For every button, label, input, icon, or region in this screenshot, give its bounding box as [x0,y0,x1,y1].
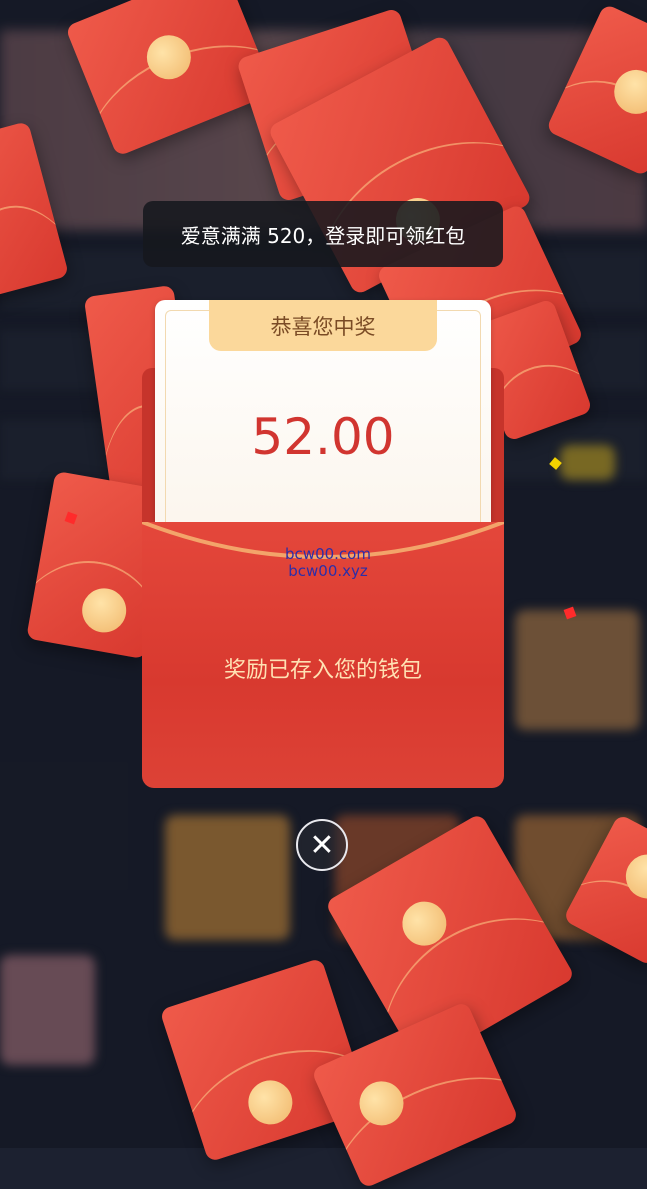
prize-header: 恭喜您中奖 [270,314,376,339]
prize-red-envelope-card: 恭喜您中奖 52.00 奖励已存入您的钱包 [142,300,504,788]
login-promo-toast: 爱意满满 520，登录即可领红包 [143,201,503,267]
close-button[interactable]: ✕ [296,819,348,871]
close-icon: ✕ [309,827,335,863]
prize-amount: 52.00 [251,408,395,466]
reward-saved-message: 奖励已存入您的钱包 [223,658,422,683]
toast-text: 爱意满满 520，登录即可领红包 [180,223,466,248]
watermark: bcw00.com bcw00.xyz [285,545,371,580]
prize-header-ribbon: 恭喜您中奖 [209,300,437,351]
